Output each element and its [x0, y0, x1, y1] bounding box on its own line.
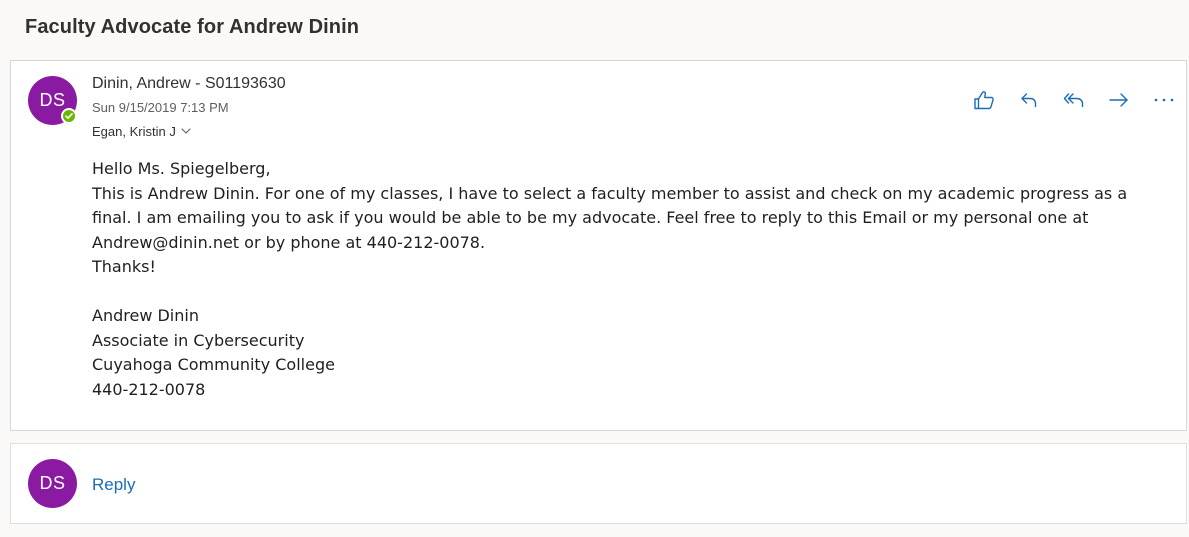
forward-button[interactable] — [1096, 86, 1141, 114]
sender-name[interactable]: Dinin, Andrew - S01193630 — [92, 75, 286, 93]
sender-avatar-initials: DS — [39, 90, 66, 110]
subject-heading: Faculty Advocate for Andrew Dinin — [25, 16, 360, 38]
presence-available-icon — [61, 108, 77, 124]
body-paragraph-line: final. I am emailing you to ask if you w… — [92, 208, 1089, 227]
checkmark-icon — [65, 113, 73, 119]
reply-link[interactable]: Reply — [92, 475, 135, 495]
recipient-line[interactable]: Egan, Kristin J — [92, 124, 191, 139]
message-body: Hello Ms. Spiegelberg, This is Andrew Di… — [92, 157, 1152, 402]
quick-reply-bar[interactable]: DS Reply — [10, 443, 1187, 524]
forward-icon — [1108, 93, 1128, 107]
reply-icon — [1020, 93, 1036, 108]
thumbs-up-icon — [973, 91, 994, 110]
body-paragraph-line: This is Andrew Dinin. For one of my clas… — [92, 183, 1128, 203]
user-avatar: DS — [28, 459, 77, 508]
body-paragraph-line: Andrew@dinin.net or by phone at 440-212-… — [92, 232, 486, 252]
signature-organization: Cuyahoga Community College — [92, 355, 335, 374]
recipient-name[interactable]: Egan, Kristin J — [92, 124, 176, 139]
signature-phone: 440-212-0078 — [92, 379, 206, 399]
user-avatar-initials: DS — [39, 473, 66, 493]
sent-date: Sun 9/15/2019 7:13 PM — [92, 100, 229, 115]
chevron-down-icon[interactable] — [181, 128, 191, 135]
reply-all-icon — [1063, 93, 1083, 108]
more-icon — [1154, 98, 1173, 102]
signature-name: Andrew Dinin — [92, 306, 199, 325]
signature-title: Associate in Cybersecurity — [92, 330, 305, 350]
body-greeting: Hello Ms. Spiegelberg, — [92, 159, 271, 178]
reply-all-button[interactable] — [1051, 86, 1096, 114]
message-card: DS Dinin, Andrew - S01193630 Sun 9/15/20… — [10, 60, 1187, 431]
body-closing: Thanks! — [92, 257, 156, 276]
more-actions-button[interactable] — [1141, 86, 1186, 114]
reply-button[interactable] — [1006, 86, 1051, 114]
message-actions-toolbar — [961, 86, 1186, 114]
like-button[interactable] — [961, 86, 1006, 114]
